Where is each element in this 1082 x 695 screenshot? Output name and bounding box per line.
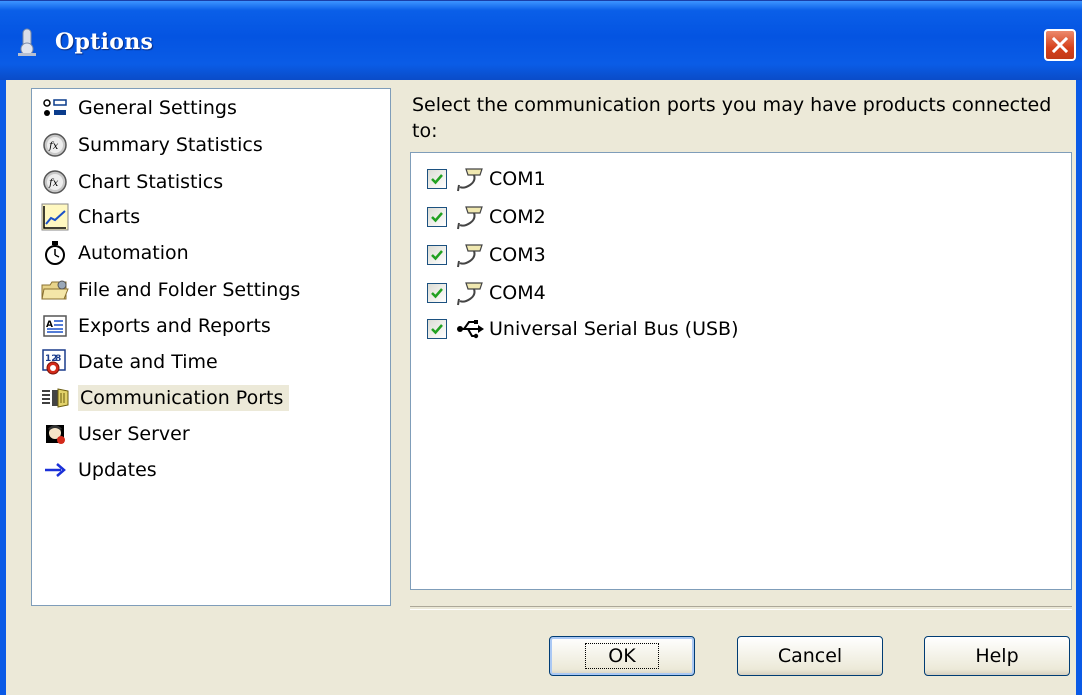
arrow-right-icon — [40, 456, 70, 484]
port-checkbox[interactable] — [427, 319, 447, 339]
port-checkbox[interactable] — [427, 207, 447, 227]
window-frame-right — [1076, 80, 1082, 695]
port-checkbox[interactable] — [427, 245, 447, 265]
serial-cable-icon — [455, 202, 487, 232]
svg-text:fx: fx — [48, 178, 59, 189]
checkmark-icon — [431, 212, 443, 223]
report-icon: A — [40, 312, 70, 340]
nav-item-chart-statistics[interactable]: fx Chart Statistics — [40, 166, 223, 198]
port-list[interactable]: COM1 COM2 COM3 COM4 Universal Serial Bus… — [410, 152, 1072, 590]
svg-text:fx: fx — [48, 141, 59, 152]
checkmark-icon — [431, 324, 443, 335]
folder-icon — [40, 276, 70, 304]
port-item-com3[interactable]: COM3 — [427, 239, 546, 271]
nav-label-general-settings: General Settings — [78, 97, 237, 119]
window-title: Options — [55, 29, 154, 55]
port-item-usb[interactable]: Universal Serial Bus (USB) — [427, 313, 738, 345]
checkmark-icon — [431, 174, 443, 185]
nav-label-chart-statistics: Chart Statistics — [78, 171, 224, 193]
nav-label-summary-statistics: Summary Statistics — [78, 134, 263, 156]
user-server-icon — [40, 420, 70, 448]
title-bar: Options — [0, 0, 1082, 80]
nav-label-updates: Updates — [78, 459, 157, 481]
nav-item-exports-and-reports[interactable]: A Exports and Reports — [40, 310, 271, 342]
close-icon — [1051, 36, 1069, 54]
port-label: COM3 — [489, 244, 546, 266]
cancel-button-label: Cancel — [777, 645, 843, 667]
nav-label-communication-ports: Communication Ports — [78, 385, 290, 411]
serial-cable-icon — [455, 240, 487, 270]
calendar-clock-icon: 12 8 — [40, 348, 70, 376]
nav-item-charts[interactable]: Charts — [40, 201, 140, 233]
cancel-button[interactable]: Cancel — [737, 636, 883, 676]
port-label: Universal Serial Bus (USB) — [489, 318, 739, 340]
nav-label-automation: Automation — [78, 242, 189, 264]
checkmark-icon — [431, 288, 443, 299]
serial-port-icon — [40, 384, 70, 412]
port-item-com1[interactable]: COM1 — [427, 163, 546, 195]
thermometer-icon — [18, 28, 36, 56]
general-settings-icon — [40, 94, 70, 122]
serial-cable-icon — [455, 164, 487, 194]
nav-item-automation[interactable]: Automation — [40, 237, 189, 269]
function-icon: fx — [40, 131, 70, 159]
window-frame-left — [0, 80, 6, 695]
function-icon: fx — [40, 168, 70, 196]
nav-label-date-and-time: Date and Time — [78, 351, 218, 373]
port-label: COM4 — [489, 282, 546, 304]
nav-item-user-server[interactable]: User Server — [40, 418, 190, 450]
checkmark-icon — [431, 250, 443, 261]
stopwatch-icon — [40, 239, 70, 267]
help-button-label: Help — [975, 645, 1019, 667]
nav-item-updates[interactable]: Updates — [40, 454, 157, 486]
separator — [410, 606, 1072, 610]
options-category-list[interactable]: General Settings fx Summary Statistics f… — [31, 88, 391, 606]
chart-icon — [40, 203, 70, 231]
instructions-text: Select the communication ports you may h… — [412, 94, 1052, 142]
ok-button[interactable]: OK — [549, 636, 695, 676]
nav-item-general-settings[interactable]: General Settings — [40, 92, 237, 124]
port-checkbox[interactable] — [427, 283, 447, 303]
nav-label-file-and-folder-settings: File and Folder Settings — [78, 279, 301, 301]
port-label: COM1 — [489, 168, 546, 190]
close-button[interactable] — [1044, 29, 1076, 61]
nav-label-user-server: User Server — [78, 423, 190, 445]
nav-item-summary-statistics[interactable]: fx Summary Statistics — [40, 129, 263, 161]
nav-item-file-and-folder-settings[interactable]: File and Folder Settings — [40, 274, 300, 306]
nav-item-communication-ports[interactable]: Communication Ports — [40, 382, 290, 414]
port-item-com4[interactable]: COM4 — [427, 277, 546, 309]
port-checkbox[interactable] — [427, 169, 447, 189]
help-button[interactable]: Help — [924, 636, 1070, 676]
nav-item-date-and-time[interactable]: 12 8 Date and Time — [40, 346, 218, 378]
nav-label-charts: Charts — [78, 206, 141, 228]
usb-icon — [455, 314, 487, 344]
port-label: COM2 — [489, 206, 546, 228]
ok-button-label: OK — [585, 643, 659, 669]
nav-label-exports-and-reports: Exports and Reports — [78, 315, 271, 337]
serial-cable-icon — [455, 278, 487, 308]
port-item-com2[interactable]: COM2 — [427, 201, 546, 233]
